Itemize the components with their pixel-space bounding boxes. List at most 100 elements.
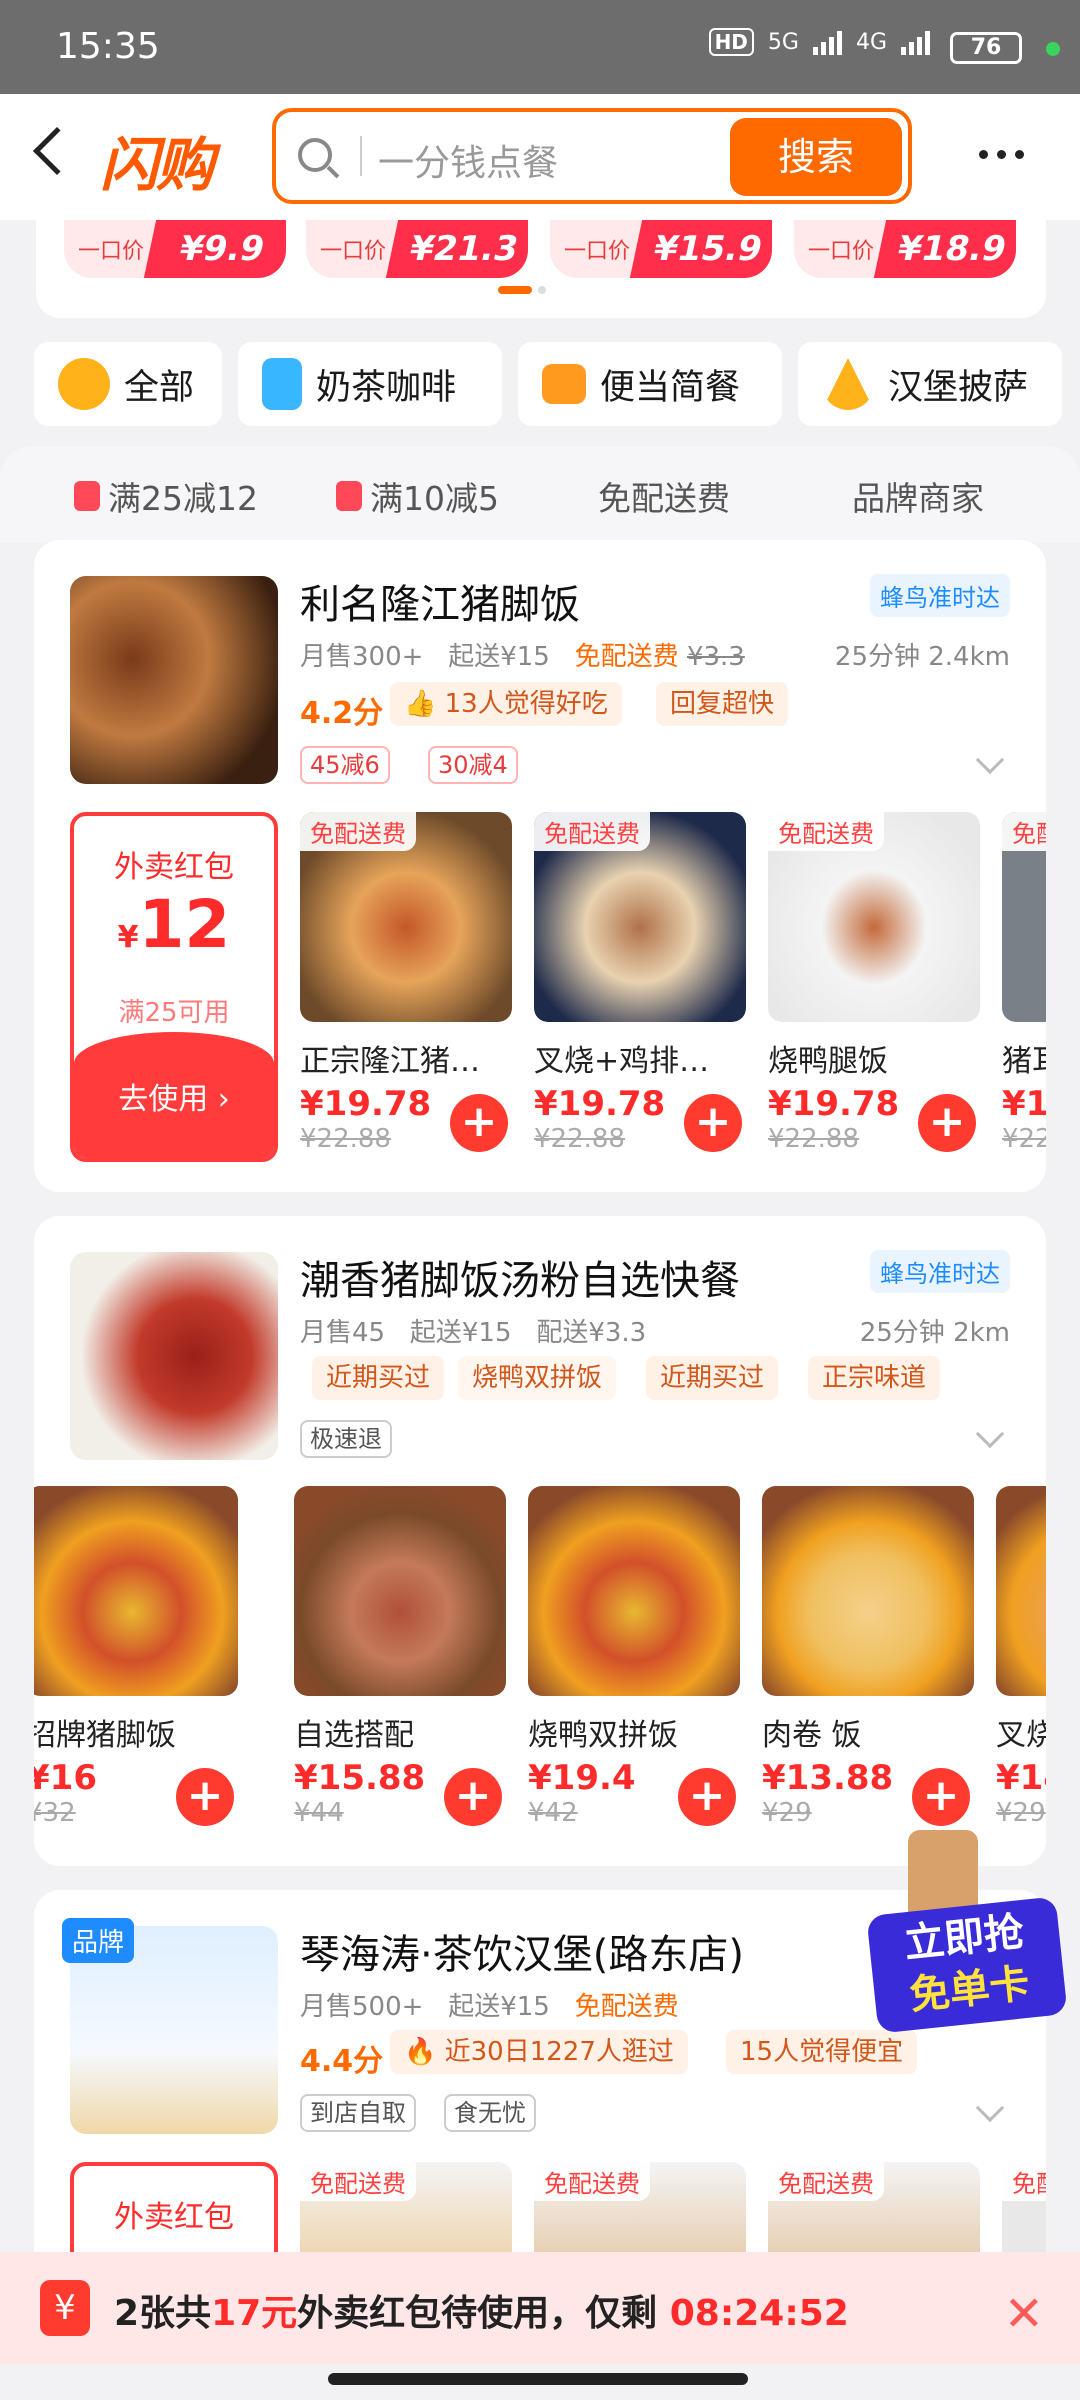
dish-image[interactable]: 免配送费 — [300, 812, 512, 1022]
shop-meta: 月售45 起送¥15 配送¥3.3 — [300, 1312, 646, 1349]
fixed-price-label: 一口价 — [78, 239, 145, 264]
banner-post: 外卖红包待使用，仅剩 — [297, 2293, 658, 2334]
drink-cup-icon — [262, 358, 302, 410]
delivery-tag: 蜂鸟准时达 — [870, 574, 1010, 617]
filter-label: 免配送费 — [598, 479, 730, 518]
monthly-sales: 月售300+ — [300, 642, 424, 672]
chevron-down-icon[interactable] — [975, 1419, 1005, 1449]
fixed-price-item[interactable]: 一口价 ¥15.9 — [550, 220, 772, 278]
fixed-price-item[interactable]: 一口价 ¥18.9 — [794, 220, 1016, 278]
battery-icon: 76 — [950, 32, 1022, 64]
filter-brand[interactable]: 品牌商家 — [852, 472, 984, 520]
shop-name[interactable]: 利名隆江猪脚饭 — [300, 572, 580, 630]
category-all[interactable]: 全部 — [34, 342, 222, 426]
dish-item[interactable]: 叉烧 ¥14 ¥29 — [996, 1486, 1046, 1828]
home-indicator[interactable] — [328, 2373, 748, 2385]
time-distance: 25分钟 2.4km — [834, 642, 1010, 672]
rice-bowl-icon — [58, 358, 110, 410]
dish-item[interactable]: 肉卷 饭 ¥13.88 ¥29 + — [762, 1486, 974, 1828]
fixed-price-value: ¥9.9 — [143, 220, 286, 278]
category-bento[interactable]: 便当简餐 — [518, 342, 782, 426]
dish-image[interactable] — [528, 1486, 740, 1696]
filter-bar: 满25减12 满10减5 免配送费 品牌商家 — [0, 446, 1080, 542]
search-button[interactable]: 搜索 — [730, 118, 902, 196]
min-order: 起送¥15 — [448, 1992, 550, 2022]
shop-name[interactable]: 琴海涛·茶饮汉堡(路东店) — [300, 1922, 744, 1980]
filter-25-12[interactable]: 满25减12 — [74, 472, 258, 520]
free-delivery-badge: 免配 — [1002, 2162, 1046, 2201]
shop-image[interactable] — [70, 576, 278, 784]
add-to-cart-button[interactable]: + — [444, 1768, 502, 1826]
chevron-down-icon[interactable] — [975, 2093, 1005, 2123]
red-packet-coupon[interactable]: 外卖红包 ¥12 满25可用 去使用 › — [70, 812, 278, 1162]
dish-name: 招牌猪脚饭 — [34, 1718, 176, 1753]
dish-image[interactable]: 免配送费 — [768, 812, 980, 1022]
app-header: 闪购 一分钱点餐 搜索 — [0, 94, 1080, 220]
dish-pill: 烧鸭双拼饭 — [458, 1356, 617, 1400]
filter-10-5[interactable]: 满10减5 — [336, 472, 499, 520]
free-delivery-badge: 免配送费 — [768, 2162, 884, 2201]
visit-pill: 🔥 近30日1227人逛过 — [390, 2030, 688, 2074]
category-milk-tea[interactable]: 奶茶咖啡 — [238, 342, 502, 426]
amount-value: 12 — [138, 886, 231, 963]
chevron-down-icon[interactable] — [975, 745, 1005, 775]
fixed-price-item[interactable]: 一口价 ¥9.9 — [64, 220, 286, 278]
dish-image[interactable] — [762, 1486, 974, 1696]
add-to-cart-button[interactable]: + — [678, 1768, 736, 1826]
dish-image[interactable] — [294, 1486, 506, 1696]
taste-pill: 正宗味道 — [808, 1356, 941, 1400]
add-to-cart-button[interactable]: + — [912, 1768, 970, 1826]
add-to-cart-button[interactable]: + — [450, 1094, 508, 1152]
cheap-pill: 15人觉得便宜 — [726, 2030, 918, 2074]
dish-image[interactable] — [996, 1486, 1046, 1696]
dish-item[interactable]: 免配 猪耳 ¥19 ¥22 — [1002, 812, 1046, 1154]
back-icon[interactable] — [32, 126, 82, 176]
search-input[interactable]: 一分钱点餐 — [378, 134, 558, 186]
shop-score: 4.2分 — [300, 696, 384, 731]
shop-meta: 月售500+ 起送¥15 免配送费 — [300, 1986, 679, 2023]
add-to-cart-button[interactable]: + — [918, 1094, 976, 1152]
close-icon[interactable]: ✕ — [1004, 2286, 1044, 2342]
filter-free-delivery[interactable]: 免配送费 — [598, 472, 730, 520]
fast-refund-tag: 极速退 — [300, 1420, 392, 1458]
banner-text: 2张共17元外卖红包待使用，仅剩 08:24:52 — [114, 2284, 849, 2336]
monthly-sales: 月售45 — [300, 1318, 386, 1348]
red-packet-reminder-banner[interactable]: ¥ 2张共17元外卖红包待使用，仅剩 08:24:52 ✕ — [0, 2252, 1080, 2364]
use-coupon-button[interactable]: 去使用 › — [74, 1074, 274, 1118]
add-to-cart-button[interactable]: + — [684, 1094, 742, 1152]
promo-badge[interactable]: 立即抢 免单卡 — [866, 1896, 1068, 2034]
fixed-price-item[interactable]: 一口价 ¥21.3 — [306, 220, 528, 278]
add-to-cart-button[interactable]: + — [176, 1768, 234, 1826]
fixed-price-value: ¥21.3 — [385, 220, 528, 278]
dish-item[interactable]: 免配送费 正宗隆江猪… ¥19.78 ¥22.88 + — [300, 812, 512, 1154]
signal-bars-icon — [812, 29, 842, 55]
brand-logo: 闪购 — [100, 131, 214, 199]
dish-item[interactable]: 免配送费 烧鸭腿饭 ¥19.78 ¥22.88 + — [768, 812, 980, 1154]
search-bar[interactable]: 一分钱点餐 搜索 — [272, 108, 912, 204]
more-icon[interactable] — [979, 150, 1024, 159]
dish-image[interactable]: 免配送费 — [534, 812, 746, 1022]
shop-card[interactable]: 利名隆江猪脚饭 蜂鸟准时达 月售300+ 起送¥15 免配送费 ¥3.3 25分… — [34, 540, 1046, 1192]
net-5g-label: 5G — [767, 29, 799, 55]
shop-image[interactable] — [70, 1252, 278, 1460]
dish-item[interactable]: 烧鸭双拼饭 ¥19.4 ¥42 + — [528, 1486, 740, 1828]
shop-card[interactable]: 潮香猪脚饭汤粉自选快餐 蜂鸟准时达 月售45 起送¥15 配送¥3.3 25分钟… — [34, 1216, 1046, 1866]
dish-item[interactable]: 自选搭配 ¥15.88 ¥44 + — [294, 1486, 506, 1828]
dish-item[interactable]: 招牌猪脚饭 ¥16 ¥32 + — [34, 1486, 238, 1828]
shop-name[interactable]: 潮香猪脚饭汤粉自选快餐 — [300, 1248, 740, 1306]
time-distance: 25分钟 2km — [859, 1318, 1010, 1348]
status-time: 15:35 — [56, 26, 160, 67]
free-order-card-promo[interactable]: 立即抢 免单卡 — [866, 1830, 1068, 2034]
dish-item[interactable]: 免配送费 叉烧+鸡排+… ¥19.78 ¥22.88 + — [534, 812, 746, 1154]
free-delivery-badge: 免配送费 — [300, 2162, 416, 2201]
dish-image[interactable] — [34, 1486, 238, 1696]
status-bar: 15:35 HD 5G 4G 76 — [0, 0, 1080, 94]
category-burger-pizza[interactable]: 汉堡披萨 — [798, 342, 1062, 426]
category-label: 奶茶咖啡 — [316, 367, 457, 408]
free-delivery-text: 免配送费 — [574, 1992, 679, 2022]
filter-label: 满25减12 — [108, 479, 258, 518]
dish-image[interactable]: 免配 — [1002, 812, 1046, 1022]
red-packet-title: 外卖红包 — [114, 850, 234, 885]
fixed-price-carousel: 一口价 ¥9.9 一口价 ¥21.3 一口价 ¥15.9 一口价 ¥18.9 — [36, 220, 1046, 318]
review-pill: 👍 13人觉得好吃 — [390, 682, 622, 726]
